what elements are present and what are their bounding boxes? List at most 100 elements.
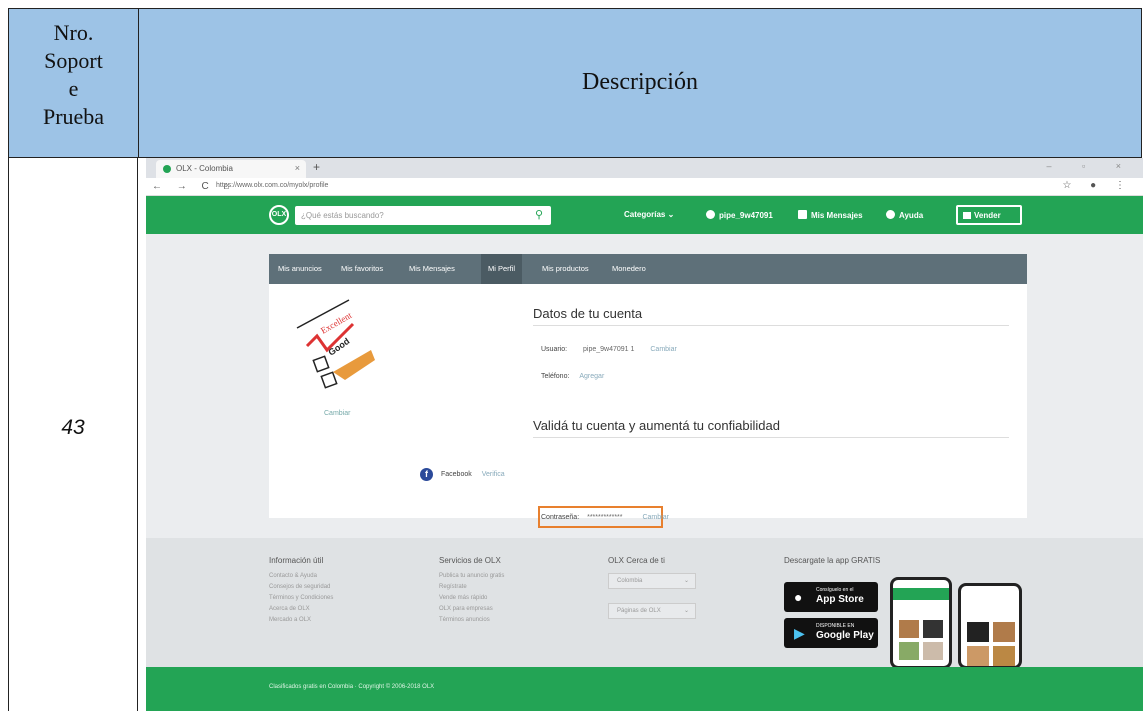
copyright-text: Clasificados gratis en Colombia · Copyri… [269, 684, 435, 690]
change-photo-link[interactable]: Cambiar [324, 410, 350, 417]
password-row: Contraseña: ************* Cambiar [541, 514, 669, 521]
subnav-my-profile[interactable]: Mi Perfil [481, 254, 523, 284]
pages-select[interactable]: Páginas de OLX ⌄ [608, 603, 696, 619]
footer-link[interactable]: Vende más rápido [439, 595, 504, 606]
search-icon[interactable]: ⚲ [535, 208, 547, 222]
chat-icon [798, 210, 807, 219]
user-icon [706, 210, 715, 219]
categories-menu[interactable]: Categorías ⌄ [624, 210, 674, 219]
subnav-products[interactable]: Mis productos [542, 264, 589, 273]
help-label: Ayuda [899, 211, 924, 220]
phone-tile [923, 620, 943, 638]
sell-label: Vender [974, 211, 1001, 220]
footer-link[interactable]: Consejos de seguridad [269, 584, 333, 595]
divider [533, 437, 1009, 438]
footer-col-title: Servicios de OLX [439, 556, 501, 565]
address-bar: ← → C ⌂ https://www.olx.com.co/myolx/pro… [146, 178, 1143, 196]
app-store-small-text: Consíguelo en el [816, 587, 854, 593]
google-play-text: Google Play [816, 630, 874, 641]
browser-actions[interactable]: ☆ ● ⋮ [1062, 180, 1133, 191]
phone-mockup-right [958, 583, 1022, 669]
search-placeholder: ¿Qué estás buscando? [301, 211, 384, 220]
change-user-link[interactable]: Cambiar [650, 346, 676, 353]
footer-col-title: OLX Cerca de ti [608, 556, 665, 565]
header-line-4: Prueba [42, 104, 105, 129]
footer-col-title: Información útil [269, 556, 324, 565]
footer-link[interactable]: Mercado a OLX [269, 617, 333, 628]
header-line-1: Nro. [53, 20, 94, 45]
url-field[interactable]: https://www.olx.com.co/myolx/profile [216, 182, 328, 189]
chevron-down-icon: ⌄ [683, 608, 689, 614]
country-select[interactable]: Colombia ⌄ [608, 573, 696, 589]
footer-link[interactable]: Términos anuncios [439, 617, 504, 628]
account-section-title: Datos de tu cuenta [533, 306, 643, 321]
subnav-favorites[interactable]: Mis favoritos [341, 264, 383, 273]
validate-section-title: Validá tu cuenta y aumentá tu confiabili… [533, 418, 780, 433]
olx-logo[interactable]: OLX [269, 205, 289, 225]
footer-link[interactable]: OLX para empresas [439, 606, 504, 617]
app-download-title: Descargate la app GRATIS [784, 556, 881, 565]
browser-tabbar: OLX - Colombia × + – ▫ × [146, 158, 1143, 178]
search-input[interactable]: ¿Qué estás buscando? ⚲ [295, 206, 551, 225]
new-tab-icon[interactable]: + [313, 160, 320, 174]
facebook-row: Facebook Verifica [441, 471, 505, 478]
add-phone-link[interactable]: Agregar [579, 373, 604, 380]
footer-col-services: Servicios de OLX Publica tu anuncio grat… [439, 556, 504, 628]
camera-icon [963, 212, 971, 219]
phone-mockup-left [890, 577, 952, 669]
olx-header: OLX ¿Qué estás buscando? ⚲ Categorías ⌄ … [146, 196, 1143, 234]
phone-tile [967, 622, 989, 642]
user-name: pipe_9w47091 [719, 211, 773, 220]
phone-row: Teléfono: Agregar [541, 373, 604, 380]
phone-tile [923, 642, 943, 660]
profile-avatar-image: Excellent Good [296, 299, 375, 389]
sell-button[interactable]: Vender [956, 205, 1022, 225]
apple-icon: ● [794, 589, 803, 605]
footer-link[interactable]: Términos y Condiciones [269, 595, 333, 606]
header-description-label: Descripción [582, 69, 698, 95]
tab-title: OLX - Colombia [176, 164, 233, 173]
subnav-my-ads[interactable]: Mis anuncios [278, 264, 322, 273]
header-cell-description: Descripción [138, 8, 1142, 158]
phone-label: Teléfono: [541, 373, 570, 380]
phone-tile [899, 642, 919, 660]
phone-app-header [893, 588, 949, 600]
password-label: Contraseña: [541, 514, 580, 521]
footer-link[interactable]: Regístrate [439, 584, 504, 595]
footer-col-info: Información útil Contacto & Ayuda Consej… [269, 556, 333, 628]
change-password-link[interactable]: Cambiar [642, 514, 668, 521]
messages-link[interactable]: Mis Mensajes [798, 210, 863, 220]
user-value: pipe_9w47091 1 [583, 346, 635, 353]
window-controls[interactable]: – ▫ × [1047, 161, 1135, 171]
footer-link[interactable]: Acerca de OLX [269, 606, 333, 617]
header-line-3: e [68, 76, 79, 101]
verify-facebook-link[interactable]: Verifica [482, 471, 505, 478]
chevron-down-icon: ⌄ [683, 578, 689, 584]
browser-tab[interactable]: OLX - Colombia × [156, 160, 306, 178]
divider [533, 325, 1009, 326]
subnav-wallet[interactable]: Monedero [612, 264, 646, 273]
profile-card: Excellent Good Cambiar Datos de tu cuent… [269, 284, 1027, 528]
profile-subnav: Mis anuncios Mis favoritos Mis Mensajes … [269, 254, 1027, 284]
password-value: ************* [587, 514, 623, 521]
row-number: 43 [61, 416, 85, 439]
help-link[interactable]: Ayuda [886, 210, 923, 220]
app-store-button[interactable]: ● Consíguelo en el App Store [784, 582, 878, 612]
facebook-label: Facebook [441, 471, 472, 478]
app-store-text: App Store [816, 594, 864, 605]
footer-link[interactable]: Contacto & Ayuda [269, 573, 333, 584]
close-tab-icon[interactable]: × [295, 163, 300, 173]
google-play-small-text: DISPONIBLE EN [816, 623, 855, 629]
facebook-icon: f [420, 468, 433, 481]
phone-tile [967, 646, 989, 666]
google-play-button[interactable]: ▶ DISPONIBLE EN Google Play [784, 618, 878, 648]
user-menu[interactable]: pipe_9w47091 [706, 210, 773, 220]
olx-favicon-icon [163, 165, 171, 173]
subnav-messages[interactable]: Mis Mensajes [409, 264, 455, 273]
phone-tile [899, 620, 919, 638]
row-number-cell: 43 [8, 158, 138, 711]
embedded-screenshot: OLX - Colombia × + – ▫ × ← → C ⌂ https:/… [146, 158, 1143, 711]
google-play-icon: ▶ [794, 625, 805, 641]
country-value: Colombia [617, 578, 643, 584]
footer-link[interactable]: Publica tu anuncio gratis [439, 573, 504, 584]
